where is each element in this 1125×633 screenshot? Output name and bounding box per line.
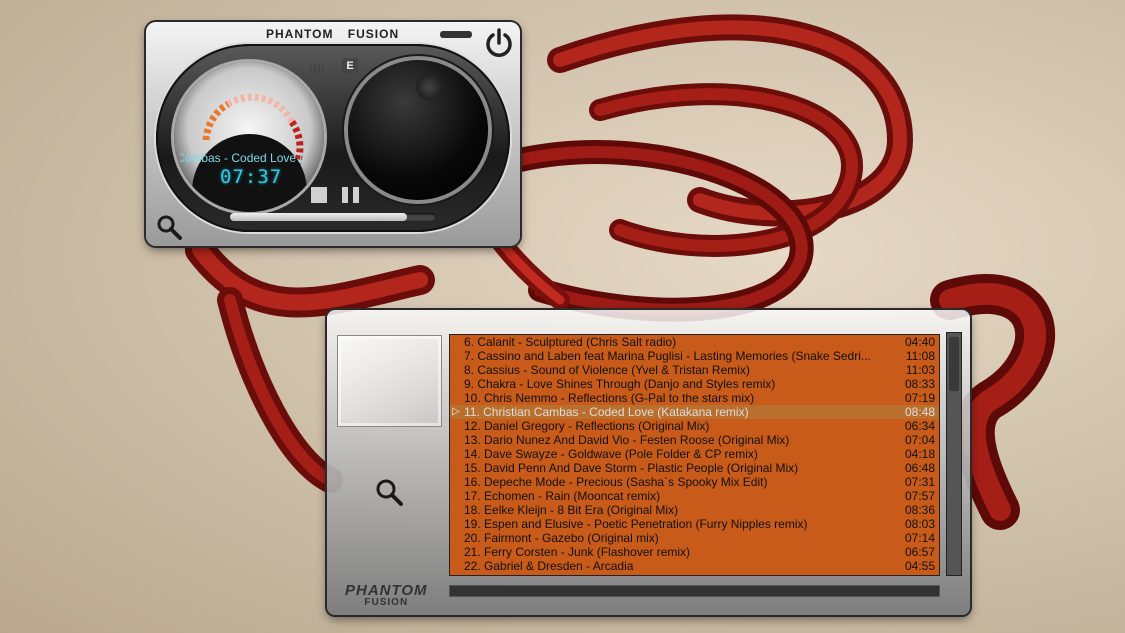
- track-duration: 08:03: [904, 517, 935, 531]
- track-duration: 06:48: [904, 461, 935, 475]
- track-row[interactable]: 8. Cassius - Sound of Violence (Yvel & T…: [450, 363, 939, 377]
- player-widget: PHANTOM FUSION Cambas - Coded Love ( 07:…: [146, 22, 520, 246]
- track-row[interactable]: 17. Echomen - Rain (Mooncat remix) 07:57: [450, 489, 939, 503]
- track-duration: 07:14: [904, 531, 935, 545]
- search-icon[interactable]: [373, 476, 405, 508]
- track-duration: 11:03: [905, 363, 935, 377]
- track-title: 13. Dario Nunez And David Vio - Festen R…: [464, 433, 790, 447]
- now-playing-arrow-icon: ▷: [452, 406, 460, 417]
- track-duration: 04:18: [904, 447, 935, 461]
- seek-bar[interactable]: [230, 213, 436, 221]
- track-duration: 08:48: [904, 405, 935, 419]
- track-title: 8. Cassius - Sound of Violence (Yvel & T…: [464, 363, 750, 377]
- track-row[interactable]: 22. Gabriel & Dresden - Arcadia 04:55: [450, 559, 939, 573]
- track-duration: 08:36: [904, 503, 935, 517]
- track-row[interactable]: 20. Fairmont - Gazebo (Original mix) 07:1…: [450, 531, 939, 545]
- elapsed-time: 07:37: [220, 166, 283, 188]
- track-title: 10. Chris Nemmo - Reflections (G-Pal to …: [464, 391, 755, 405]
- track-row[interactable]: 21. Ferry Corsten - Junk (Flashover remi…: [450, 545, 939, 559]
- volume-knob-indicator: [416, 74, 442, 100]
- track-title: 7. Cassino and Laben feat Marina Puglisi…: [464, 349, 871, 363]
- volume-knob[interactable]: [348, 60, 488, 200]
- album-art: [337, 335, 442, 427]
- track-duration: 07:19: [904, 391, 935, 405]
- brand-fusion: FUSION: [347, 27, 400, 41]
- now-playing-text: Cambas - Coded Love (: [180, 151, 304, 165]
- playlist-horizontal-bar[interactable]: [449, 585, 940, 597]
- track-row[interactable]: 14. Dave Swayze - Goldwave (Pole Folder …: [450, 447, 939, 461]
- pause-button[interactable]: [342, 187, 360, 203]
- playlist-window: PHANTOM FUSION 6. Calanit - Sculptured (…: [327, 310, 970, 615]
- track-duration: 11:08: [905, 349, 935, 363]
- track-row[interactable]: 12. Daniel Gregory - Reflections (Origin…: [450, 419, 939, 433]
- track-title: 6. Calanit - Sculptured (Chris Salt radi…: [464, 335, 677, 349]
- track-title: 9. Chakra - Love Shines Through (Danjo a…: [464, 377, 776, 391]
- track-duration: 07:57: [904, 489, 935, 503]
- track-title: 19. Espen and Elusive - Poetic Penetrati…: [464, 517, 808, 531]
- power-icon[interactable]: [482, 26, 516, 60]
- track-duration: 04:40: [904, 335, 935, 349]
- track-title: 17. Echomen - Rain (Mooncat remix): [464, 489, 661, 503]
- eq-button[interactable]: E: [342, 58, 358, 74]
- seek-bar-fill: [230, 213, 408, 221]
- track-row[interactable]: 9. Chakra - Love Shines Through (Danjo a…: [450, 377, 939, 391]
- track-duration: 07:04: [904, 433, 935, 447]
- track-row[interactable]: 7. Cassino and Laben feat Marina Puglisi…: [450, 349, 939, 363]
- track-row[interactable]: 18. Eelke Kleijn - 8 Bit Era (Original M…: [450, 503, 939, 517]
- track-row[interactable]: 13. Dario Nunez And David Vio - Festen R…: [450, 433, 939, 447]
- player-brand: PHANTOM FUSION: [266, 27, 399, 41]
- track-title: 20. Fairmont - Gazebo (Original mix): [464, 531, 659, 545]
- track-row[interactable]: 10. Chris Nemmo - Reflections (G-Pal to …: [450, 391, 939, 405]
- track-title: 18. Eelke Kleijn - 8 Bit Era (Original M…: [464, 503, 679, 517]
- minimize-button[interactable]: [440, 31, 472, 38]
- equalizer-icon[interactable]: [310, 62, 332, 75]
- track-duration: 06:57: [904, 545, 935, 559]
- track-duration: 06:34: [904, 419, 935, 433]
- track-title: 22. Gabriel & Dresden - Arcadia: [464, 559, 634, 573]
- scrollbar-thumb[interactable]: [949, 337, 959, 391]
- track-title: 12. Daniel Gregory - Reflections (Origin…: [464, 419, 710, 433]
- track-duration: 07:31: [904, 475, 935, 489]
- playlist-scrollbar[interactable]: [946, 332, 962, 576]
- track-row[interactable]: 6. Calanit - Sculptured (Chris Salt radi…: [450, 335, 939, 349]
- playlist-logo: PHANTOM FUSION: [345, 582, 428, 608]
- search-icon[interactable]: [154, 212, 184, 242]
- track-title: 21. Ferry Corsten - Junk (Flashover remi…: [464, 545, 691, 559]
- track-duration: 04:55: [904, 559, 935, 573]
- track-title: 14. Dave Swayze - Goldwave (Pole Folder …: [464, 447, 758, 461]
- track-list[interactable]: 6. Calanit - Sculptured (Chris Salt radi…: [449, 334, 940, 576]
- now-playing-title: Cambas - Coded Love (: [180, 151, 306, 167]
- track-duration: 08:33: [904, 377, 935, 391]
- track-row-current[interactable]: ▷ 11. Christian Cambas - Coded Love (Kata…: [450, 405, 939, 419]
- track-title: 15. David Penn And Dave Storm - Plastic …: [464, 461, 799, 475]
- track-row[interactable]: 19. Espen and Elusive - Poetic Penetrati…: [450, 517, 939, 531]
- track-title: 11. Christian Cambas - Coded Love (Katak…: [464, 405, 749, 419]
- brand-phantom: PHANTOM: [266, 27, 334, 41]
- stop-button[interactable]: [311, 187, 327, 203]
- track-title: 16. Depeche Mode - Precious (Sasha`s Spo…: [464, 475, 768, 489]
- track-row[interactable]: 15. David Penn And Dave Storm - Plastic …: [450, 461, 939, 475]
- track-row[interactable]: 16. Depeche Mode - Precious (Sasha`s Spo…: [450, 475, 939, 489]
